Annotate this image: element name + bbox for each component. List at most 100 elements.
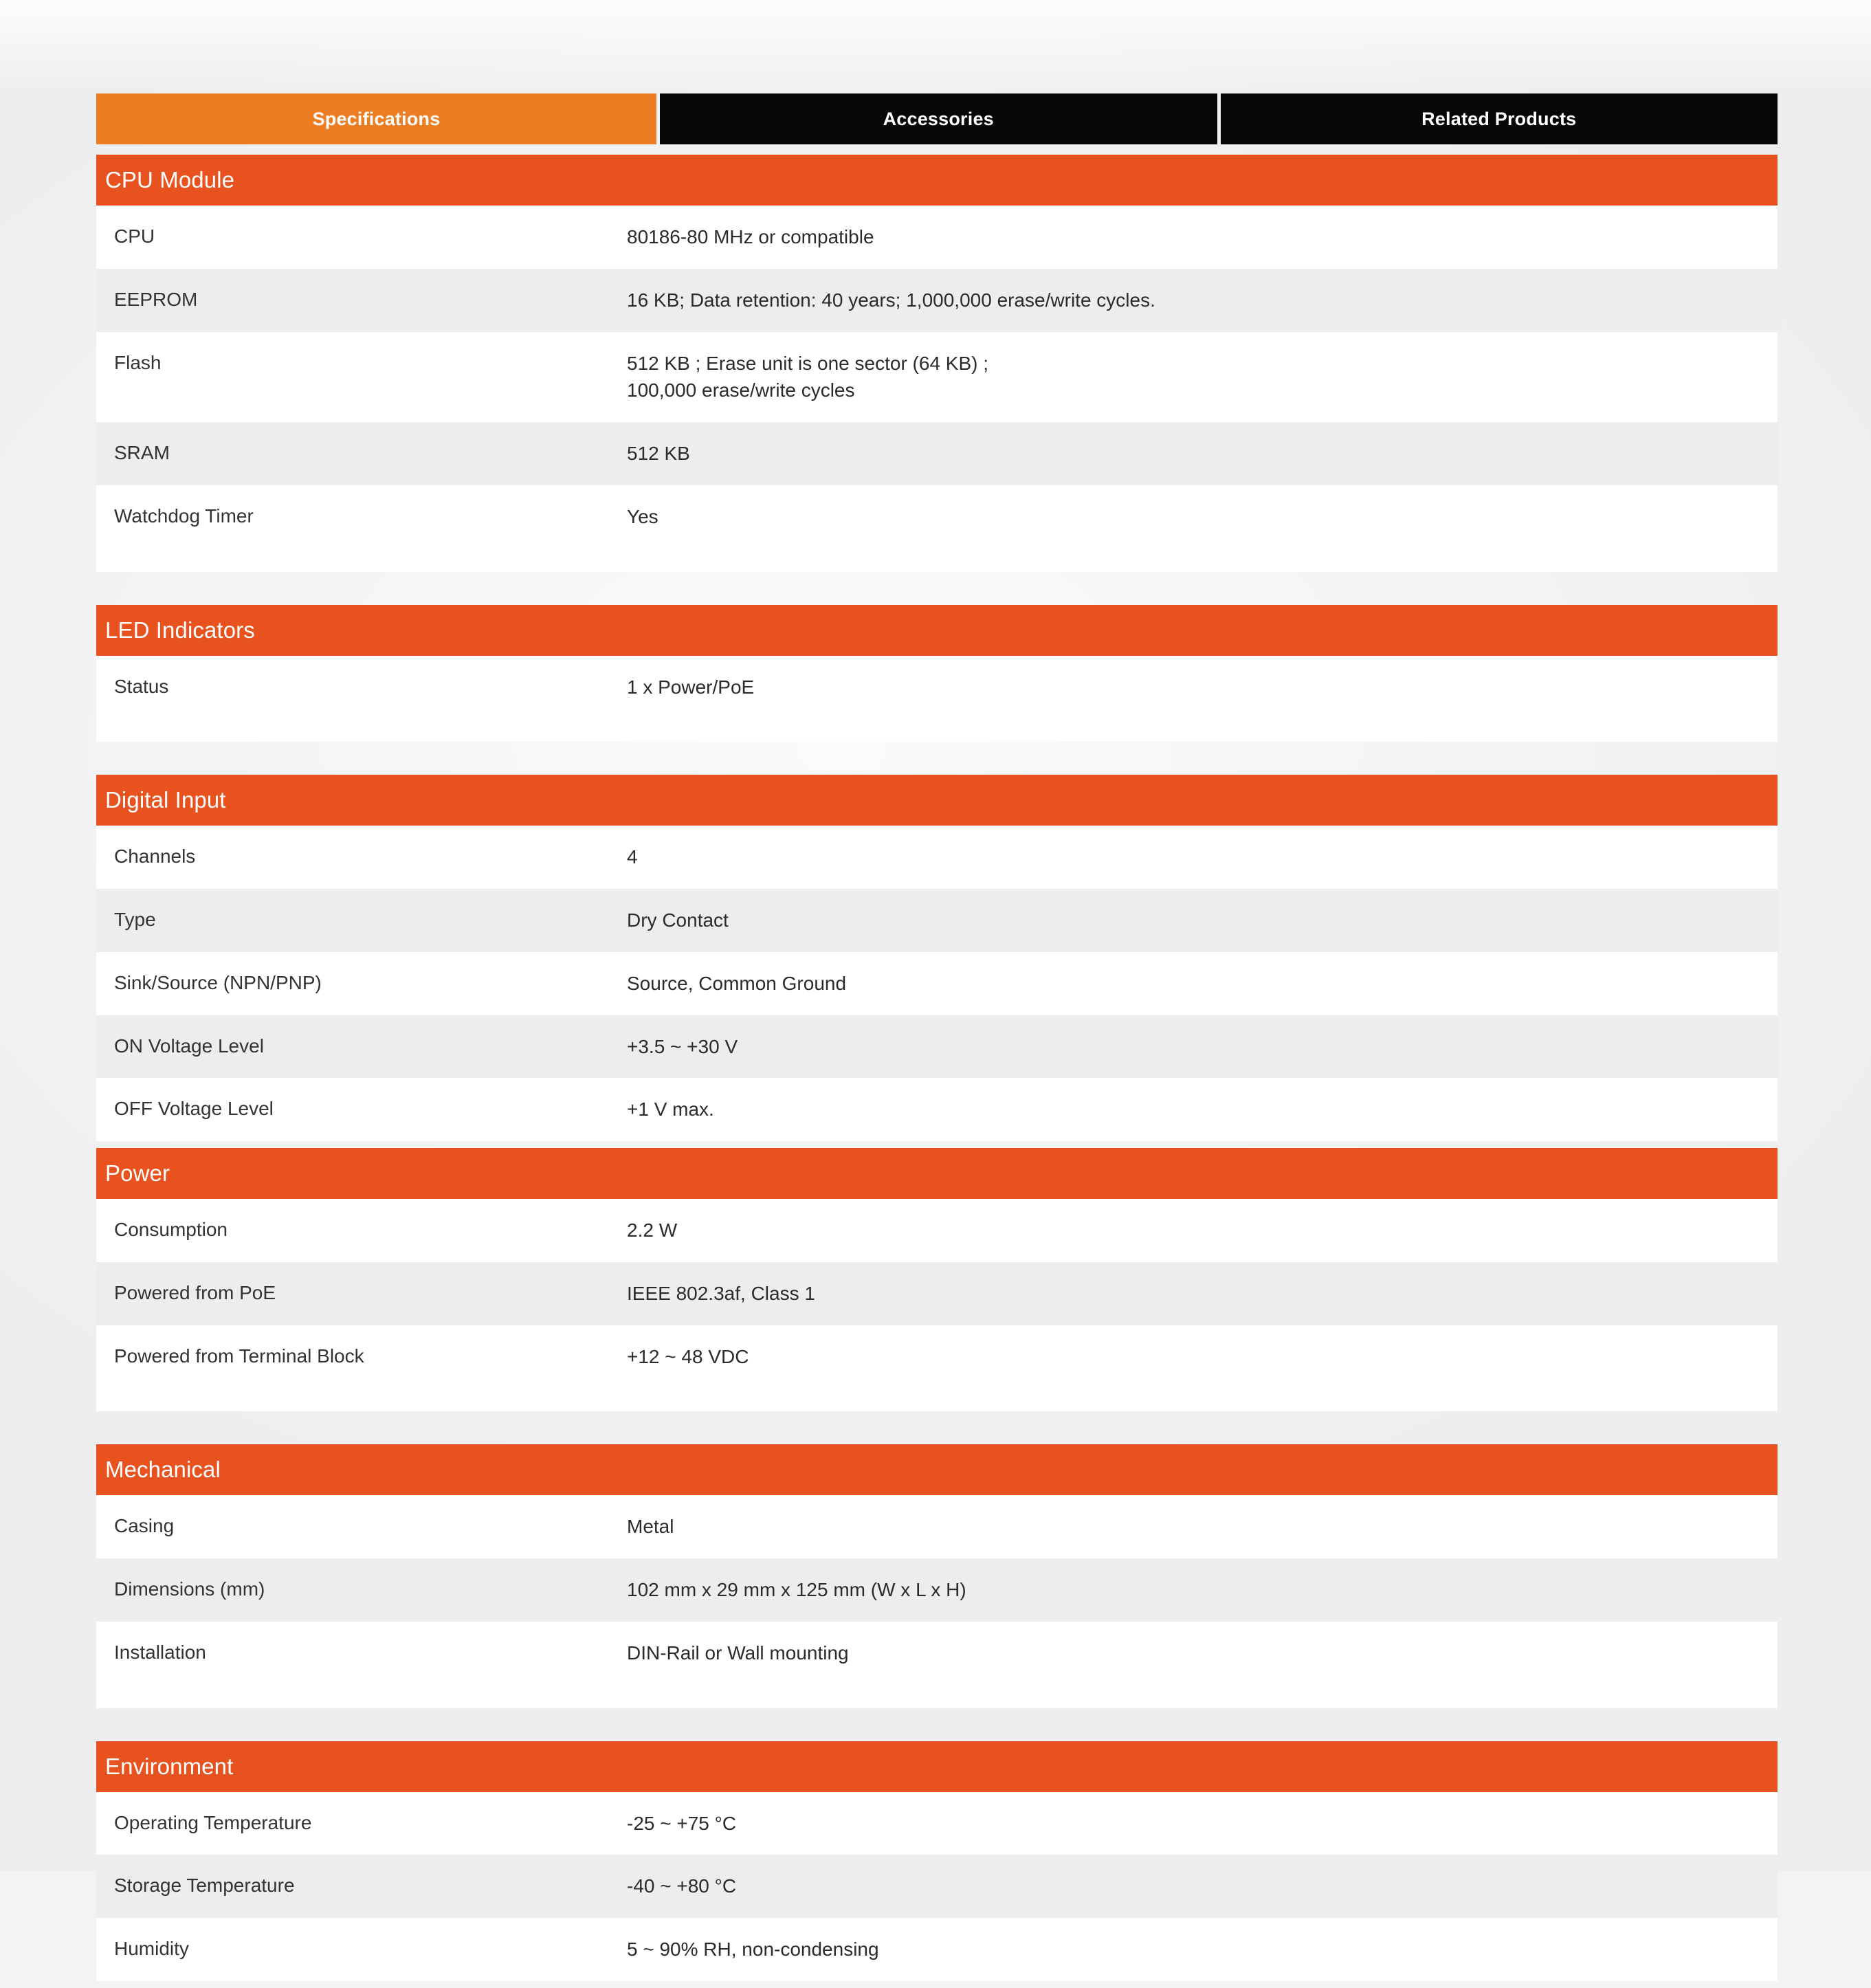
spec-value: -40 ~ +80 °C xyxy=(627,1875,737,1897)
section-title: Digital Input xyxy=(105,787,226,813)
table-row: Casing Metal xyxy=(96,1495,1778,1558)
section-tail-space xyxy=(96,718,1778,742)
tab-accessories[interactable]: Accessories xyxy=(660,93,1217,144)
specifications-table: CPU Module CPU 80186-80 MHz or compatible E… xyxy=(96,155,1778,1988)
spec-label: Operating Temperature xyxy=(114,1811,312,1833)
section-rows: CPU 80186-80 MHz or compatible EEPROM 16 KB… xyxy=(96,206,1778,549)
spec-value: IEEE 802.3af, Class 1 xyxy=(627,1282,815,1304)
table-row: Storage Temperature -40 ~ +80 °C xyxy=(96,1855,1778,1918)
spec-value: 102 mm x 29 mm x 125 mm (W x L x H) xyxy=(627,1579,966,1600)
section-header-power: Power xyxy=(96,1148,1778,1199)
section-header-digital-input: Digital Input xyxy=(96,775,1778,826)
spec-label: ON Voltage Level xyxy=(114,1035,264,1057)
table-row: Powered from Terminal Block +12 ~ 48 VDC xyxy=(96,1325,1778,1389)
table-row: ON Voltage Level +3.5 ~ +30 V xyxy=(96,1015,1778,1079)
spec-label: Powered from Terminal Block xyxy=(114,1345,364,1367)
table-row: CPU 80186-80 MHz or compatible xyxy=(96,206,1778,269)
spec-value: Source, Common Ground xyxy=(627,972,847,994)
spec-value: 1 x Power/PoE xyxy=(627,676,755,698)
section-header-cpu-module: CPU Module xyxy=(96,155,1778,206)
spec-label: Watchdog Timer xyxy=(114,505,254,527)
table-row: OFF Voltage Level +1 V max. xyxy=(96,1078,1778,1141)
table-row: Powered from PoE IEEE 802.3af, Class 1 xyxy=(96,1261,1778,1325)
spec-label: Humidity xyxy=(114,1938,189,1959)
section-header-environment: Environment xyxy=(96,1741,1778,1792)
spec-section: Environment Operating Temperature -25 ~ +7… xyxy=(96,1741,1778,1988)
spec-label: CPU xyxy=(114,225,155,247)
spec-label: Flash xyxy=(114,351,162,373)
section-title: LED Indicators xyxy=(105,617,255,643)
tab-specifications[interactable]: Specifications xyxy=(96,93,656,144)
spec-value: +3.5 ~ +30 V xyxy=(627,1035,738,1057)
spec-value: 16 KB; Data retention: 40 years; 1,000,0… xyxy=(627,289,1155,311)
spec-value: DIN-Rail or Wall mounting xyxy=(627,1642,849,1664)
spec-label: Status xyxy=(114,675,169,697)
table-row: Flash 512 KB ; Erase unit is one sector (… xyxy=(96,331,1778,422)
spec-value: Yes xyxy=(627,505,658,527)
tab-related-products[interactable]: Related Products xyxy=(1220,93,1778,144)
spec-label: Channels xyxy=(114,846,196,868)
section-header-led-indicators: LED Indicators xyxy=(96,604,1778,656)
table-row: Channels 4 xyxy=(96,826,1778,889)
spec-value: Dry Contact xyxy=(627,909,729,931)
table-row: Humidity 5 ~ 90% RH, non-condensing xyxy=(96,1918,1778,1981)
spec-value: +1 V max. xyxy=(627,1098,714,1120)
spec-label: Sink/Source (NPN/PNP) xyxy=(114,971,322,993)
spec-section: Mechanical Casing Metal Dimensions (mm) 102 … xyxy=(96,1444,1778,1741)
section-title: Mechanical xyxy=(105,1457,221,1483)
table-row: Sink/Source (NPN/PNP) Source, Common Grou… xyxy=(96,951,1778,1015)
spec-label: Consumption xyxy=(114,1219,228,1240)
product-spec-page: Specifications Accessories Related Product… xyxy=(0,0,1871,1981)
section-tail-space xyxy=(96,548,1778,572)
section-tail-space xyxy=(96,1388,1778,1412)
table-row: Watchdog Timer Yes xyxy=(96,485,1778,549)
spec-label: OFF Voltage Level xyxy=(114,1098,274,1120)
spec-section: Power Consumption 2.2 W Powered from PoE IEE… xyxy=(96,1148,1778,1444)
spec-section: LED Indicators Status 1 x Power/PoE xyxy=(96,604,1778,775)
spec-value: Metal xyxy=(627,1516,674,1538)
product-tab-bar: Specifications Accessories Related Product… xyxy=(96,93,1778,144)
section-title: Power xyxy=(105,1160,170,1186)
section-rows: Casing Metal Dimensions (mm) 102 mm x 29 mm… xyxy=(96,1495,1778,1685)
spec-label: Powered from PoE xyxy=(114,1281,276,1303)
table-row: Consumption 2.2 W xyxy=(96,1199,1778,1262)
section-tail-space xyxy=(96,1684,1778,1708)
spec-value: 4 xyxy=(627,846,638,868)
spec-label: Dimensions (mm) xyxy=(114,1578,265,1600)
section-header-mechanical: Mechanical xyxy=(96,1444,1778,1496)
section-title: CPU Module xyxy=(105,167,235,192)
section-rows: Consumption 2.2 W Powered from PoE IEEE 802… xyxy=(96,1199,1778,1389)
spec-value: -25 ~ +75 °C xyxy=(627,1812,737,1834)
tab-label: Specifications xyxy=(312,108,441,129)
spec-value: 5 ~ 90% RH, non-condensing xyxy=(627,1939,879,1960)
table-row: Installation DIN-Rail or Wall mounting xyxy=(96,1621,1778,1685)
section-rows: Channels 4 Type Dry Contact Sink/Source (NPN… xyxy=(96,826,1778,1141)
table-row: Operating Temperature -25 ~ +75 °C xyxy=(96,1791,1778,1855)
tab-label: Related Products xyxy=(1421,108,1577,129)
spec-label: Type xyxy=(114,909,156,930)
spec-label: Storage Temperature xyxy=(114,1875,295,1897)
spec-label: Installation xyxy=(114,1641,206,1663)
table-row: EEPROM 16 KB; Data retention: 40 years; 1… xyxy=(96,268,1778,332)
spec-value: 512 KB ; Erase unit is one sector (64 KB… xyxy=(627,352,989,401)
table-row: Type Dry Contact xyxy=(96,889,1778,952)
section-rows: Status 1 x Power/PoE xyxy=(96,655,1778,719)
spec-value: 80186-80 MHz or compatible xyxy=(627,226,874,247)
spec-value: +12 ~ 48 VDC xyxy=(627,1345,749,1367)
spec-value: 2.2 W xyxy=(627,1219,678,1241)
spec-value: 512 KB xyxy=(627,443,690,464)
table-row: SRAM 512 KB xyxy=(96,422,1778,485)
spec-label: Casing xyxy=(114,1515,175,1537)
spec-label: EEPROM xyxy=(114,288,198,310)
spec-section: Digital Input Channels 4 Type Dry Contact Sin… xyxy=(96,775,1778,1148)
table-row: Dimensions (mm) 102 mm x 29 mm x 125 mm (… xyxy=(96,1558,1778,1622)
tab-label: Accessories xyxy=(883,108,994,129)
section-rows: Operating Temperature -25 ~ +75 °C Storage… xyxy=(96,1791,1778,1981)
table-row: Status 1 x Power/PoE xyxy=(96,655,1778,719)
